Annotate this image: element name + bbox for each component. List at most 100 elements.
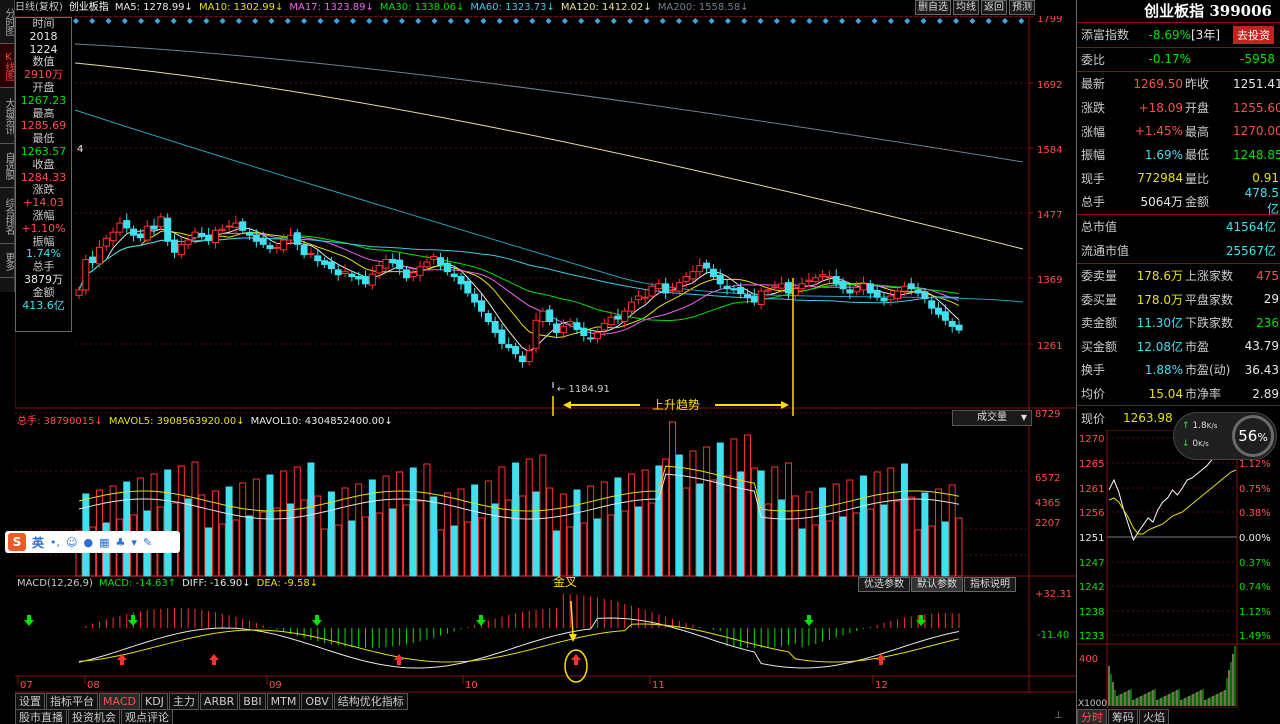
price-axis-label: 1584 bbox=[1037, 145, 1062, 156]
network-speed-widget[interactable]: ↑ 1.8K/s ↓ 0K/s 56% bbox=[1173, 412, 1277, 460]
tab-ranking[interactable]: 综合排名 bbox=[0, 188, 14, 244]
candle-body bbox=[853, 286, 861, 293]
indicator-tab[interactable]: MACD bbox=[99, 692, 140, 710]
quote-row: 换手 1.88% 市盈(动) 36.43 bbox=[1077, 358, 1280, 382]
price-axis-label: 1477 bbox=[1037, 210, 1062, 221]
indicator-tab[interactable]: 主力 bbox=[168, 692, 199, 710]
tab-market-news[interactable]: 大盘资讯 bbox=[0, 88, 14, 144]
indicator-tab[interactable]: 指标平台 bbox=[46, 692, 98, 710]
indicator-dropdown-label: 成交量 bbox=[977, 412, 1007, 423]
news-tab[interactable]: 股市直播 bbox=[15, 708, 67, 724]
event-marker bbox=[904, 18, 911, 24]
volume-bar bbox=[935, 488, 943, 577]
chevron-down-icon: ▼ bbox=[1020, 413, 1027, 422]
event-marker bbox=[235, 18, 242, 24]
event-marker bbox=[398, 18, 405, 24]
volume-bar bbox=[873, 471, 881, 577]
back-button[interactable]: 返回 bbox=[981, 0, 1007, 15]
candle-body bbox=[218, 228, 226, 231]
mini-chart-tab[interactable]: 筹码 bbox=[1108, 708, 1138, 724]
indicator-tab[interactable]: KDJ bbox=[140, 692, 168, 710]
intraday-mini-chart[interactable]: 1270 1.49% 1265 1.12% 1261 0.75% 1256 0.38% 1251… bbox=[1077, 429, 1280, 708]
volume-bar bbox=[191, 461, 199, 577]
ime-emoji-icon[interactable]: ☺ bbox=[66, 536, 77, 549]
pin-icon[interactable]: ⊥ bbox=[1054, 710, 1063, 721]
x-axis-label: 08 bbox=[87, 680, 100, 691]
quote-value: 0.91 bbox=[1252, 171, 1279, 186]
candle-body bbox=[559, 325, 567, 333]
event-marker bbox=[513, 18, 519, 24]
invest-button[interactable]: 去投资 bbox=[1233, 25, 1274, 44]
volume-bar bbox=[593, 518, 601, 577]
kline-chart[interactable]: 4 ← 1184.91 上升趋势 金叉 1799 1692 1584 1477 1369 1… bbox=[15, 16, 1076, 724]
ime-mic-icon[interactable]: ● bbox=[83, 536, 93, 549]
remove-watchlist-button[interactable]: 删自选 bbox=[915, 0, 951, 15]
indicator-tab[interactable]: 结构优化指标 bbox=[333, 692, 408, 710]
ma-line bbox=[78, 227, 960, 352]
period-label[interactable]: 日线(复权) bbox=[15, 2, 63, 13]
mini-price-label: 现价 bbox=[1081, 411, 1106, 426]
ime-keyboard-icon[interactable]: ▦ bbox=[99, 536, 109, 549]
indicator-dropdown[interactable]: 成交量 ▼ bbox=[952, 410, 1032, 426]
tab-intraday[interactable]: 分时图 bbox=[0, 0, 14, 44]
indicator-tab[interactable]: 设置 bbox=[15, 692, 45, 710]
indicator-tab[interactable]: OBV bbox=[301, 692, 333, 710]
ime-logo-icon[interactable]: S bbox=[8, 533, 26, 551]
mini-chart-tab[interactable]: 分时 bbox=[1077, 708, 1107, 724]
candle-body bbox=[505, 344, 513, 349]
mini-chart-tab[interactable]: 火焰 bbox=[1139, 708, 1169, 724]
event-marker bbox=[659, 18, 666, 24]
default-params-button[interactable]: 默认参数 bbox=[911, 577, 963, 592]
ime-punct-icon[interactable]: •, bbox=[50, 536, 60, 549]
optimized-params-button[interactable]: 优选参数 bbox=[858, 577, 910, 592]
candle-body bbox=[607, 316, 615, 326]
candle-body bbox=[921, 291, 929, 299]
volume-bar bbox=[239, 482, 247, 577]
news-tab[interactable]: 投资机会 bbox=[68, 708, 120, 724]
mini-pct-label: 1.12% bbox=[1239, 607, 1271, 618]
mini-pct-label: 0.74% bbox=[1239, 582, 1271, 593]
ma-button[interactable]: 均线 bbox=[953, 0, 979, 15]
indicator-tab[interactable]: MTM bbox=[266, 692, 301, 710]
forecast-button[interactable]: 预测 bbox=[1009, 0, 1035, 15]
event-marker bbox=[561, 18, 568, 24]
event-marker bbox=[447, 18, 454, 24]
sell-signal-arrow bbox=[24, 615, 34, 626]
trend-label: 上升趋势 bbox=[652, 398, 700, 412]
event-marker bbox=[578, 18, 585, 24]
candle-body bbox=[491, 321, 499, 333]
indicator-tab[interactable]: ARBR bbox=[199, 692, 239, 710]
ma-legend: MA5: 1278.99↓ MA10: 1302.99↓ MA17: 1323.89… bbox=[115, 2, 755, 13]
candle-body bbox=[205, 234, 213, 241]
tab-watchlist[interactable]: 自选股 bbox=[0, 144, 14, 188]
ime-tools-icon[interactable]: ✎ bbox=[143, 536, 152, 549]
ime-toolbar[interactable]: S 英 •, ☺ ● ▦ ♣ ▾ ✎ bbox=[5, 531, 180, 553]
candle-body bbox=[259, 238, 267, 245]
news-tab[interactable]: 观点评论 bbox=[121, 708, 173, 724]
candle-body bbox=[184, 239, 192, 245]
candle-body bbox=[239, 221, 247, 231]
macd-legend-item: DIFF: -16.90↓ bbox=[182, 578, 251, 589]
info-label: 时间 bbox=[32, 17, 55, 30]
quote-label: 委买量 bbox=[1081, 292, 1118, 307]
candle-body bbox=[518, 355, 526, 363]
indicator-tab[interactable]: BBI bbox=[239, 692, 266, 710]
event-marker bbox=[594, 18, 601, 24]
event-marker bbox=[105, 18, 112, 24]
volume-bar bbox=[307, 462, 315, 577]
ime-language-label[interactable]: 英 bbox=[32, 534, 44, 551]
candle-body bbox=[798, 283, 806, 290]
indicator-help-button[interactable]: 指标说明 bbox=[964, 577, 1016, 592]
quote-label: 卖金额 bbox=[1081, 316, 1118, 331]
upload-speed: ↑ 1.8K/s bbox=[1182, 421, 1218, 431]
tab-more[interactable]: 更多 bbox=[0, 244, 14, 278]
mini-price-value: 1263.98 bbox=[1123, 411, 1173, 426]
volume-bar bbox=[744, 434, 752, 577]
ime-skin-icon[interactable]: ♣ bbox=[116, 536, 126, 549]
event-marker bbox=[969, 18, 976, 24]
volume-legend: 总手: 38790015↓ MAVOL5: 3908563920.00↓ MAVOL… bbox=[17, 412, 399, 427]
tab-kline[interactable]: K线图 bbox=[0, 44, 14, 88]
quote-label: 昨收 bbox=[1185, 77, 1210, 92]
ime-shirt-icon[interactable]: ▾ bbox=[131, 536, 137, 549]
quote-value: 12.08亿 bbox=[1136, 339, 1183, 354]
